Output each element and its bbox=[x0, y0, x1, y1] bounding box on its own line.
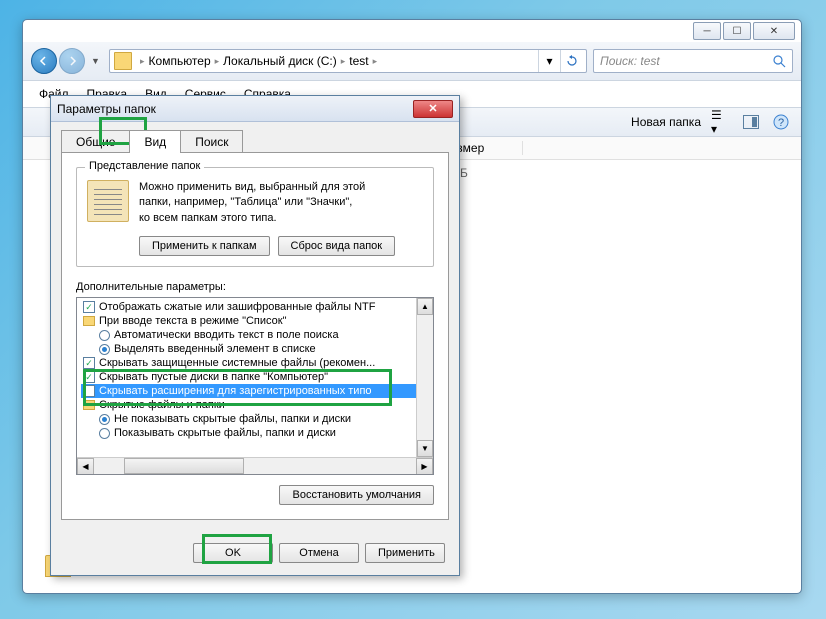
view-options-button[interactable]: ☰ ▾ bbox=[711, 112, 731, 132]
apply-button[interactable]: Применить bbox=[365, 543, 445, 563]
tree-item-9[interactable]: Показывать скрытые файлы, папки и диски bbox=[81, 426, 429, 440]
address-bar[interactable]: ▸ Компьютер ▸ Локальный диск (C:) ▸ test… bbox=[109, 49, 587, 73]
tree-item-label: Скрывать защищенные системные файлы (рек… bbox=[99, 357, 375, 369]
close-button[interactable]: ✕ bbox=[753, 22, 795, 40]
tree-item-label: Показывать скрытые файлы, папки и диски bbox=[114, 427, 336, 439]
dialog-close-button[interactable]: ✕ bbox=[413, 100, 453, 118]
tab-general[interactable]: Общие bbox=[61, 130, 130, 153]
tab-view[interactable]: Вид bbox=[129, 130, 181, 153]
tree-item-label: При вводе текста в режиме "Список" bbox=[99, 315, 286, 327]
forward-button[interactable] bbox=[59, 48, 85, 74]
radio-icon[interactable] bbox=[99, 414, 110, 425]
scroll-thumb[interactable] bbox=[124, 458, 244, 474]
folder-icon bbox=[114, 52, 132, 70]
history-dropdown[interactable]: ▼ bbox=[91, 56, 103, 66]
tree-item-5[interactable]: ✓ Скрывать пустые диски в папке "Компьюте… bbox=[81, 370, 429, 384]
radio-icon[interactable] bbox=[99, 428, 110, 439]
scroll-left-button[interactable]: ◀ bbox=[77, 458, 94, 475]
refresh-button[interactable] bbox=[560, 50, 582, 72]
dialog-titlebar[interactable]: Параметры папок ✕ bbox=[51, 96, 459, 122]
search-icon bbox=[772, 54, 786, 68]
vertical-scrollbar[interactable]: ▲ ▼ bbox=[416, 298, 433, 457]
tree-item-label: Скрытые файлы и папки bbox=[99, 399, 225, 411]
tree-item-label: Автоматически вводить текст в поле поиск… bbox=[114, 329, 339, 341]
minimize-button[interactable]: ─ bbox=[693, 22, 721, 40]
restore-defaults-button[interactable]: Восстановить умолчания bbox=[279, 485, 434, 505]
tab-strip: Общие Вид Поиск bbox=[51, 122, 459, 153]
tree-item-2[interactable]: Автоматически вводить текст в поле поиск… bbox=[81, 328, 429, 342]
tab-search[interactable]: Поиск bbox=[180, 130, 243, 153]
tree-item-6[interactable]: Скрывать расширения для зарегистрированн… bbox=[81, 384, 429, 398]
horizontal-scrollbar[interactable]: ◀ ▶ bbox=[77, 457, 433, 474]
tree-item-8[interactable]: Не показывать скрытые файлы, папки и дис… bbox=[81, 412, 429, 426]
apply-to-folders-button[interactable]: Применить к папкам bbox=[139, 236, 270, 256]
tree-item-0[interactable]: ✓ Отображать сжатые или зашифрованные фай… bbox=[81, 300, 429, 314]
svg-text:?: ? bbox=[778, 117, 784, 129]
breadcrumb-drive[interactable]: Локальный диск (C:) bbox=[223, 54, 337, 68]
tree-item-label: Не показывать скрытые файлы, папки и дис… bbox=[114, 413, 351, 425]
address-dropdown[interactable]: ▾ bbox=[538, 50, 560, 72]
scroll-up-button[interactable]: ▲ bbox=[417, 298, 433, 315]
window-controls: ─ ☐ ✕ bbox=[693, 22, 795, 40]
search-input[interactable]: Поиск: test bbox=[593, 49, 793, 73]
checkbox-icon[interactable]: ✓ bbox=[83, 301, 95, 313]
breadcrumb-folder[interactable]: test bbox=[349, 54, 368, 68]
folder-icon bbox=[83, 316, 95, 326]
dialog-title: Параметры папок bbox=[57, 102, 156, 116]
breadcrumb-computer[interactable]: Компьютер bbox=[149, 54, 211, 68]
tree-item-label: Выделять введенный элемент в списке bbox=[114, 343, 316, 355]
tab-content: Представление папок Можно применить вид,… bbox=[61, 152, 449, 520]
cancel-button[interactable]: Отмена bbox=[279, 543, 359, 563]
scroll-right-button[interactable]: ▶ bbox=[416, 458, 433, 475]
checkbox-icon[interactable] bbox=[83, 385, 95, 397]
tree-item-1[interactable]: При вводе текста в режиме "Список" bbox=[81, 314, 429, 328]
tree-item-label: Скрывать пустые диски в папке "Компьютер… bbox=[99, 371, 328, 383]
help-button[interactable]: ? bbox=[771, 112, 791, 132]
toolbar-new-folder[interactable]: Новая папка bbox=[631, 115, 701, 129]
folder-views-group: Представление папок Можно применить вид,… bbox=[76, 167, 434, 267]
checkbox-icon[interactable]: ✓ bbox=[83, 371, 95, 383]
navigation-bar: ▼ ▸ Компьютер ▸ Локальный диск (C:) ▸ te… bbox=[23, 42, 801, 81]
tree-item-label: Отображать сжатые или зашифрованные файл… bbox=[99, 301, 375, 313]
folder-large-icon bbox=[87, 180, 129, 222]
preview-pane-button[interactable] bbox=[741, 112, 761, 132]
folder-options-dialog: Параметры папок ✕ Общие Вид Поиск Предст… bbox=[50, 95, 460, 576]
ok-button[interactable]: OK bbox=[193, 543, 273, 563]
folder-icon bbox=[83, 400, 95, 410]
checkbox-icon[interactable]: ✓ bbox=[83, 357, 95, 369]
reset-folders-button[interactable]: Сброс вида папок bbox=[278, 236, 396, 256]
tree-item-label: Скрывать расширения для зарегистрированн… bbox=[99, 385, 372, 397]
advanced-label: Дополнительные параметры: bbox=[76, 281, 434, 293]
tree-item-7[interactable]: Скрытые файлы и папки bbox=[81, 398, 429, 412]
radio-icon[interactable] bbox=[99, 330, 110, 341]
scroll-down-button[interactable]: ▼ bbox=[417, 440, 433, 457]
tree-item-4[interactable]: ✓ Скрывать защищенные системные файлы (ре… bbox=[81, 356, 429, 370]
radio-icon[interactable] bbox=[99, 344, 110, 355]
dialog-footer: OK Отмена Применить bbox=[51, 531, 459, 575]
advanced-settings-tree[interactable]: ✓ Отображать сжатые или зашифрованные фай… bbox=[76, 297, 434, 475]
back-button[interactable] bbox=[31, 48, 57, 74]
group-description: Можно применить вид, выбранный для этой … bbox=[139, 180, 365, 226]
search-placeholder: Поиск: test bbox=[600, 54, 660, 68]
tree-item-3[interactable]: Выделять введенный элемент в списке bbox=[81, 342, 429, 356]
group-title: Представление папок bbox=[85, 160, 204, 172]
maximize-button[interactable]: ☐ bbox=[723, 22, 751, 40]
